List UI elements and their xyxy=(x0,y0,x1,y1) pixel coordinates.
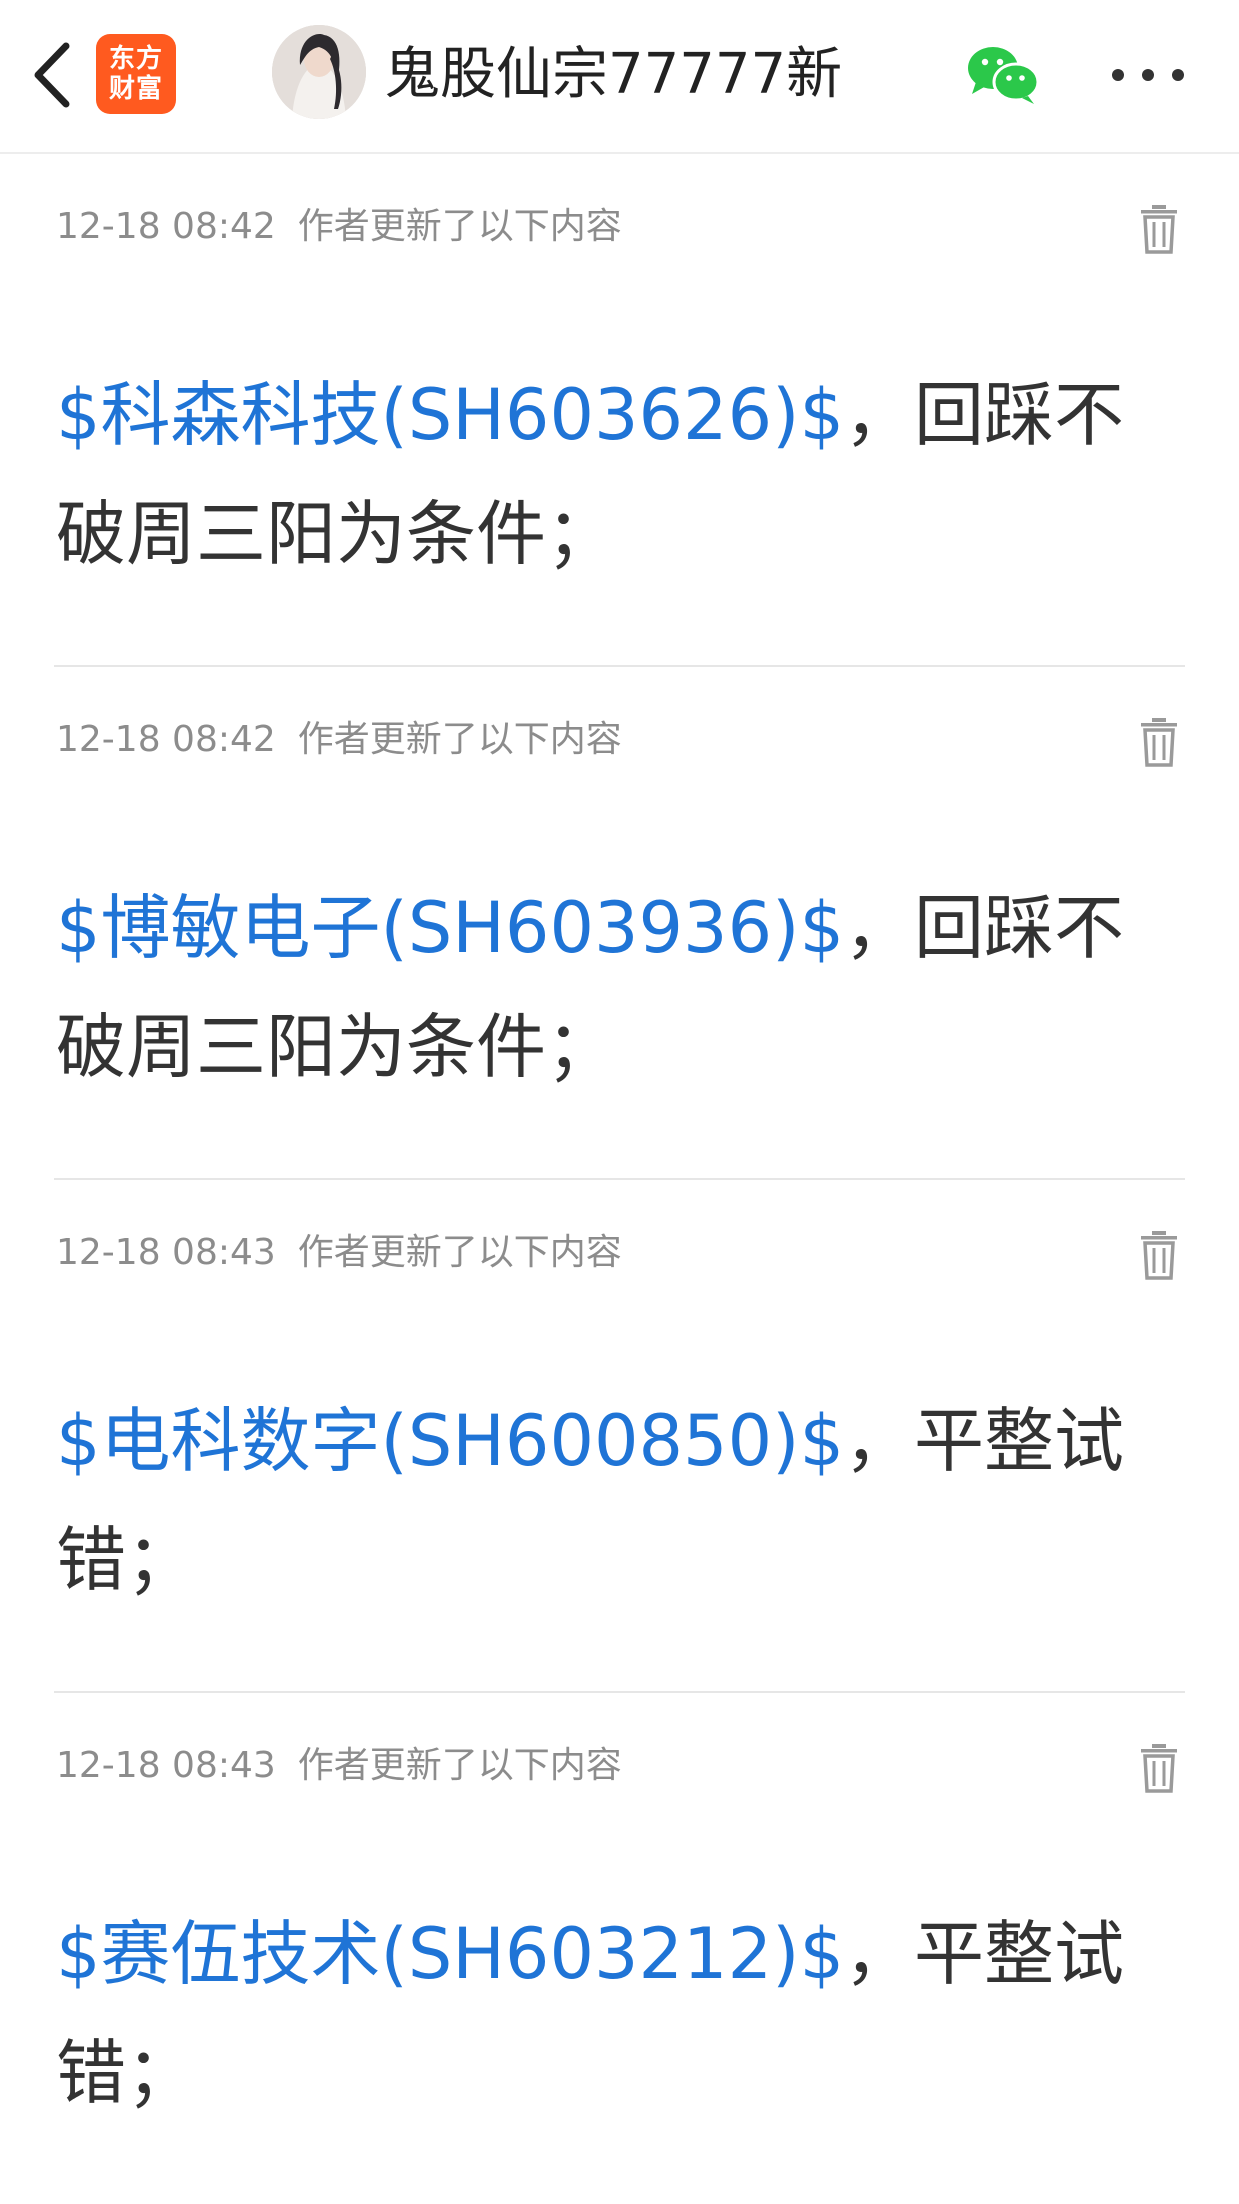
trash-icon xyxy=(1141,718,1177,767)
top-navigation-bar: 东方 财富 鬼股仙宗77777新 xyxy=(0,0,1239,154)
stock-link[interactable]: $赛伍技术(SH603212)$ xyxy=(56,1913,844,1995)
update-label: 作者更新了以下内容 xyxy=(297,719,622,760)
update-item: 12-18 08:42 作者更新了以下内容 $博敏电子(SH603936)$，回踩… xyxy=(54,667,1185,1180)
trash-icon xyxy=(1141,1231,1177,1280)
update-item: 12-18 08:43 作者更新了以下内容 $赛伍技术(SH603212)$，平整… xyxy=(54,1693,1185,2204)
more-options-button[interactable] xyxy=(1112,55,1184,95)
trash-icon xyxy=(1141,205,1177,254)
update-time: 12-18 08:43 xyxy=(56,1232,276,1273)
page-title: 鬼股仙宗77777新 xyxy=(384,42,843,107)
app-logo-line2: 财富 xyxy=(108,74,163,104)
update-label: 作者更新了以下内容 xyxy=(297,206,622,247)
delete-button[interactable] xyxy=(1139,204,1179,254)
update-time: 12-18 08:42 xyxy=(56,206,276,247)
app-logo-line1: 东方 xyxy=(108,44,163,74)
update-meta: 12-18 08:43 作者更新了以下内容 xyxy=(56,1743,622,1789)
more-dots-icon xyxy=(1112,69,1124,81)
stock-link[interactable]: $博敏电子(SH603936)$ xyxy=(56,887,844,969)
author-avatar[interactable] xyxy=(272,25,366,119)
update-meta: 12-18 08:42 作者更新了以下内容 xyxy=(56,717,622,763)
chevron-left-icon xyxy=(34,42,70,108)
trash-icon xyxy=(1141,1744,1177,1793)
update-label: 作者更新了以下内容 xyxy=(297,1232,622,1273)
delete-button[interactable] xyxy=(1139,717,1179,767)
delete-button[interactable] xyxy=(1139,1743,1179,1793)
wechat-share-button[interactable] xyxy=(966,44,1040,106)
stock-link[interactable]: $电科数字(SH600850)$ xyxy=(56,1400,844,1482)
update-content: $博敏电子(SH603936)$，回踩不破周三阳为条件； xyxy=(56,869,1186,1107)
update-content: $科森科技(SH603626)$，回踩不破周三阳为条件； xyxy=(56,356,1186,594)
update-meta: 12-18 08:43 作者更新了以下内容 xyxy=(56,1230,622,1276)
update-content: $电科数字(SH600850)$，平整试错； xyxy=(56,1382,1186,1620)
more-dots-icon xyxy=(1142,69,1154,81)
update-time: 12-18 08:43 xyxy=(56,1745,276,1786)
back-button[interactable] xyxy=(24,36,80,114)
update-feed: 12-18 08:42 作者更新了以下内容 $科森科技(SH603626)$，回踩… xyxy=(0,154,1239,2204)
wechat-icon xyxy=(968,47,1040,104)
update-time: 12-18 08:42 xyxy=(56,719,276,760)
update-content: $赛伍技术(SH603212)$，平整试错； xyxy=(56,1895,1186,2133)
app-logo[interactable]: 东方 财富 xyxy=(96,34,176,114)
avatar-image xyxy=(272,25,366,119)
update-meta: 12-18 08:42 作者更新了以下内容 xyxy=(56,204,622,250)
more-dots-icon xyxy=(1172,69,1184,81)
stock-link[interactable]: $科森科技(SH603626)$ xyxy=(56,374,844,456)
update-label: 作者更新了以下内容 xyxy=(297,1745,622,1786)
delete-button[interactable] xyxy=(1139,1230,1179,1280)
update-item: 12-18 08:43 作者更新了以下内容 $电科数字(SH600850)$，平整… xyxy=(54,1180,1185,1693)
update-item: 12-18 08:42 作者更新了以下内容 $科森科技(SH603626)$，回踩… xyxy=(54,154,1185,667)
